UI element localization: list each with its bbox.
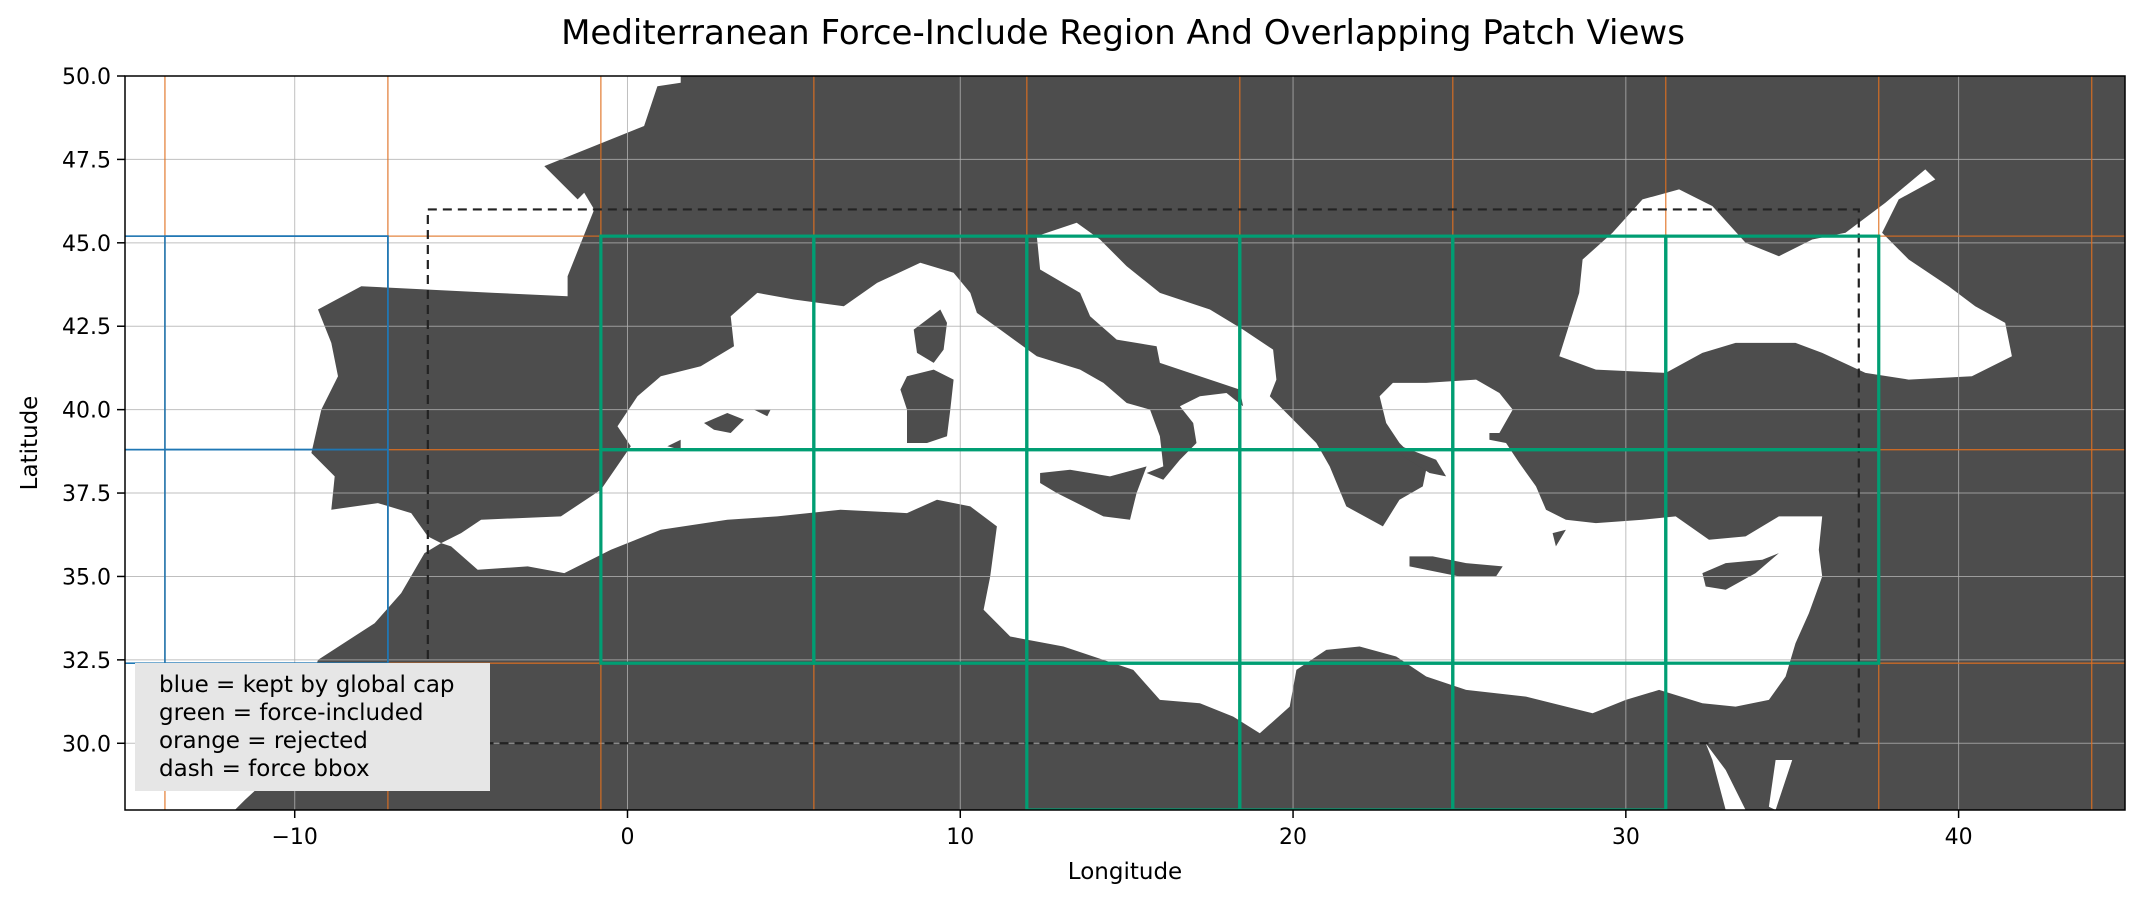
chart: Mediterranean Force-Include Region And O… (17, 13, 2126, 885)
legend: blue = kept by global cap green = force-… (135, 663, 490, 791)
y-tick-label: 30.0 (62, 732, 111, 757)
x-tick-label: 20 (1279, 825, 1307, 850)
y-tick-label: 40.0 (62, 399, 111, 424)
island-sardinia (900, 369, 954, 443)
y-tick-label: 35.0 (62, 565, 111, 590)
y-tick-label: 42.5 (62, 315, 111, 340)
legend-line-force-bbox: dash = force bbox (159, 756, 370, 782)
y-axis-label: Latitude (17, 396, 43, 491)
x-axis-label: Longitude (1068, 859, 1182, 885)
legend-line-force-included: green = force-included (159, 700, 423, 726)
y-tick-label: 32.5 (62, 649, 111, 674)
chart-title: Mediterranean Force-Include Region And O… (561, 13, 1685, 53)
y-tick-label: 50.0 (62, 65, 111, 90)
y-tick-label: 37.5 (62, 482, 111, 507)
x-tick-label: 10 (946, 825, 974, 850)
legend-line-kept: blue = kept by global cap (159, 672, 455, 698)
legend-line-rejected: orange = rejected (159, 728, 368, 754)
y-tick-label: 47.5 (62, 148, 111, 173)
x-tick-label: 40 (1945, 825, 1973, 850)
x-tick-label: −10 (271, 825, 317, 850)
x-tick-label: 30 (1612, 825, 1640, 850)
y-tick-label: 45.0 (62, 232, 111, 257)
x-tick-label: 0 (620, 825, 634, 850)
